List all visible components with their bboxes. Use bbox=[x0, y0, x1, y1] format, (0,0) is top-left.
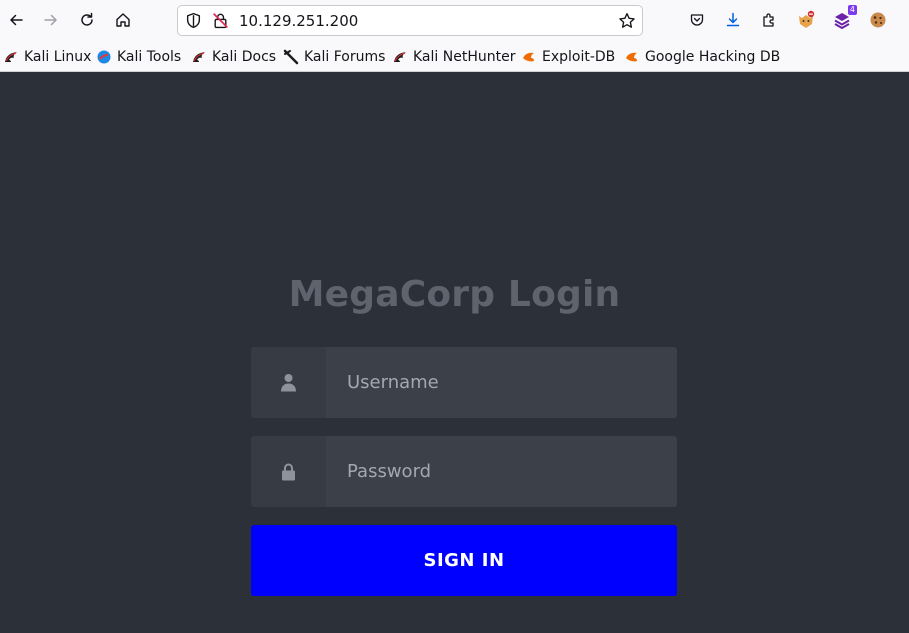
bookmark-label: Kali NetHunter bbox=[413, 49, 516, 65]
bookmark-label: Kali Docs bbox=[212, 49, 277, 65]
kali-dragon-icon bbox=[394, 52, 406, 62]
wappalyzer-extension-button[interactable]: 4 bbox=[830, 5, 857, 32]
page-title: MegaCorp Login bbox=[288, 274, 621, 315]
extension-badge: 4 bbox=[847, 5, 857, 15]
reload-button[interactable] bbox=[75, 8, 99, 32]
bookmark-star-icon[interactable] bbox=[618, 12, 636, 34]
password-addon bbox=[251, 436, 326, 507]
password-input[interactable] bbox=[326, 436, 677, 507]
tracking-protection-shield-icon[interactable] bbox=[185, 12, 202, 33]
bookmark-kali-tools[interactable]: Kali Tools bbox=[96, 47, 181, 67]
home-button[interactable] bbox=[111, 8, 135, 32]
bookmark-google-hacking-db[interactable]: Google Hacking DB bbox=[624, 47, 780, 67]
login-page: MegaCorp Login SIGN IN bbox=[0, 72, 909, 633]
puzzle-piece-icon bbox=[763, 13, 774, 27]
exploit-db-icon bbox=[523, 52, 534, 62]
username-addon bbox=[251, 347, 326, 418]
forward-button[interactable] bbox=[39, 8, 63, 32]
bookmark-label: Kali Forums bbox=[304, 49, 386, 65]
fox-block-icon bbox=[799, 10, 815, 28]
pocket-icon bbox=[690, 14, 704, 26]
kali-dragon-icon bbox=[5, 52, 17, 62]
cookie-icon bbox=[870, 12, 886, 28]
ublock-extension-button[interactable] bbox=[794, 8, 818, 32]
insecure-lock-icon[interactable] bbox=[212, 12, 229, 33]
forward-arrow-icon bbox=[44, 14, 57, 26]
bookmark-kali-forums[interactable]: Kali Forums bbox=[283, 47, 385, 67]
bookmark-label: Google Hacking DB bbox=[645, 49, 781, 65]
bookmark-kali-docs[interactable]: Kali Docs bbox=[191, 47, 276, 67]
bookmark-label: Kali Tools bbox=[117, 49, 182, 65]
bookmark-kali-linux[interactable]: Kali Linux bbox=[3, 47, 91, 67]
bookmark-label: Exploit-DB bbox=[542, 49, 616, 65]
kali-forums-icon bbox=[283, 49, 299, 65]
download-icon bbox=[726, 12, 740, 27]
sign-in-button[interactable]: SIGN IN bbox=[251, 525, 677, 596]
url-text[interactable]: 10.129.251.200 bbox=[239, 12, 358, 30]
bookmark-kali-nethunter[interactable]: Kali NetHunter bbox=[392, 47, 515, 67]
bookmark-label: Kali Linux bbox=[24, 49, 92, 65]
exploit-db-icon bbox=[626, 52, 637, 62]
bookmark-exploit-db[interactable]: Exploit-DB bbox=[521, 47, 615, 67]
extensions-button[interactable] bbox=[757, 8, 781, 32]
pocket-button[interactable] bbox=[685, 8, 709, 32]
kali-tools-icon bbox=[97, 50, 111, 64]
username-field-group bbox=[251, 347, 677, 418]
password-field-group bbox=[251, 436, 677, 507]
downloads-button[interactable] bbox=[721, 8, 745, 32]
reload-icon bbox=[81, 12, 93, 26]
username-input[interactable] bbox=[326, 347, 677, 418]
home-icon bbox=[116, 13, 130, 27]
cookie-editor-extension-button[interactable] bbox=[866, 8, 890, 32]
back-arrow-icon bbox=[10, 14, 23, 26]
back-button[interactable] bbox=[4, 8, 28, 32]
address-bar[interactable]: 10.129.251.200 bbox=[177, 5, 643, 36]
browser-toolbar: 10.129.251.200 4 bbox=[0, 0, 909, 41]
user-icon bbox=[281, 374, 296, 392]
bookmarks-toolbar: Kali Linux Kali Tools Kali Docs Kali For… bbox=[0, 41, 909, 72]
lock-icon bbox=[282, 463, 295, 480]
kali-dragon-icon bbox=[193, 52, 205, 62]
